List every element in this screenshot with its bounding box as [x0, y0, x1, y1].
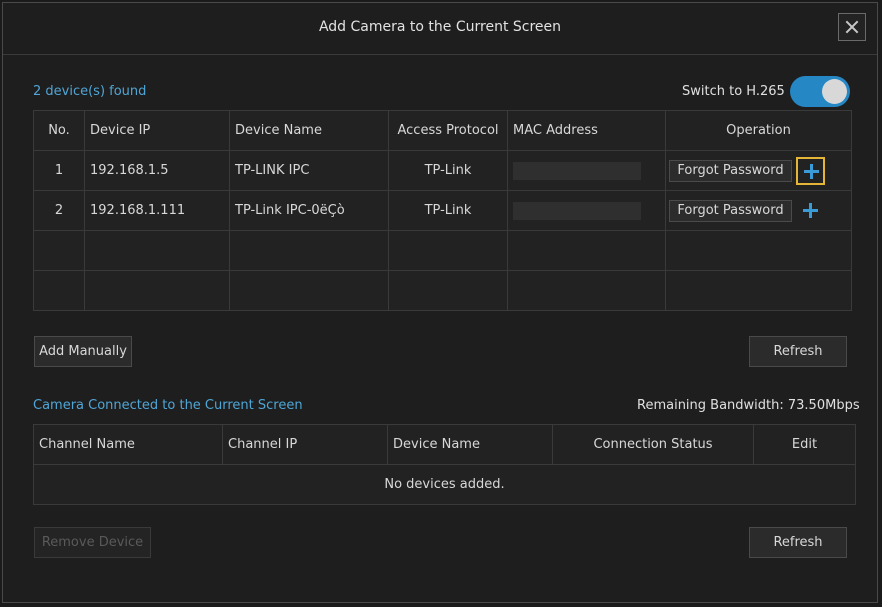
- empty-row: [33, 270, 852, 311]
- h265-toggle[interactable]: [790, 76, 850, 107]
- column-header: Device IP: [84, 110, 230, 151]
- mac-address: [507, 150, 666, 191]
- device-name: TP-Link IPC-0ëÇò: [229, 190, 389, 231]
- connected-cameras-label: Camera Connected to the Current Screen: [33, 398, 303, 413]
- column-header: Device Name: [229, 110, 389, 151]
- empty-state-row: No devices added.: [33, 464, 856, 505]
- row-number: 1: [33, 150, 85, 191]
- remove-device-button[interactable]: Remove Device: [34, 527, 151, 558]
- forgot-password-button[interactable]: Forgot Password: [669, 200, 792, 222]
- mac-address: [507, 190, 666, 231]
- mac-redacted: [513, 161, 641, 180]
- column-header: Device Name: [387, 424, 553, 465]
- add-plus-icon[interactable]: [796, 197, 825, 225]
- h265-switch-label: Switch to H.265: [682, 84, 785, 99]
- empty-row: [33, 230, 852, 271]
- toggle-knob: [822, 79, 847, 104]
- column-header: Connection Status: [552, 424, 754, 465]
- refresh-devices-button[interactable]: Refresh: [749, 336, 847, 367]
- device-name: TP-LINK IPC: [229, 150, 389, 191]
- forgot-password-button[interactable]: Forgot Password: [669, 160, 792, 182]
- operation-cell: Forgot Password: [665, 190, 852, 231]
- title-bar: Add Camera to the Current Screen: [3, 3, 877, 55]
- table-header-row: No. Device IP Device Name Access Protoco…: [33, 110, 852, 151]
- add-manually-button[interactable]: Add Manually: [34, 336, 132, 367]
- column-header: MAC Address: [507, 110, 666, 151]
- column-header: Edit: [753, 424, 856, 465]
- add-plus-icon[interactable]: [796, 157, 825, 185]
- dialog-title: Add Camera to the Current Screen: [318, 19, 562, 35]
- column-header: Operation: [665, 110, 852, 151]
- device-ip: 192.168.1.5: [84, 150, 230, 191]
- table-row[interactable]: 2 192.168.1.111 TP-Link IPC-0ëÇò TP-Link…: [33, 190, 852, 231]
- table-header-row: Channel Name Channel IP Device Name Conn…: [33, 424, 856, 465]
- remaining-bandwidth: Remaining Bandwidth: 73.50Mbps: [637, 398, 860, 413]
- row-number: 2: [33, 190, 85, 231]
- refresh-connected-button[interactable]: Refresh: [749, 527, 847, 558]
- column-header: Channel Name: [33, 424, 223, 465]
- devices-found-label: 2 device(s) found: [33, 84, 147, 99]
- access-protocol: TP-Link: [388, 150, 508, 191]
- device-ip: 192.168.1.111: [84, 190, 230, 231]
- operation-cell: Forgot Password: [665, 150, 852, 191]
- empty-state-text: No devices added.: [33, 464, 856, 505]
- column-header: Channel IP: [222, 424, 388, 465]
- column-header: No.: [33, 110, 85, 151]
- access-protocol: TP-Link: [388, 190, 508, 231]
- discovered-devices-table: No. Device IP Device Name Access Protoco…: [33, 110, 852, 311]
- connected-cameras-table: Channel Name Channel IP Device Name Conn…: [33, 424, 856, 505]
- table-row[interactable]: 1 192.168.1.5 TP-LINK IPC TP-Link Forgot…: [33, 150, 852, 191]
- mac-redacted: [513, 201, 641, 220]
- close-icon[interactable]: [838, 13, 866, 41]
- add-camera-dialog: Add Camera to the Current Screen 2 devic…: [2, 2, 878, 603]
- column-header: Access Protocol: [388, 110, 508, 151]
